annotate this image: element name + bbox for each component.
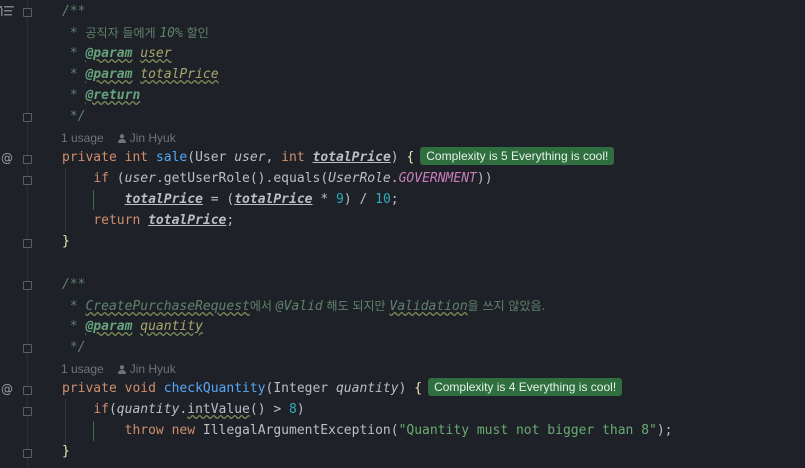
doc-param-tag: @param [85,67,133,82]
fold-toggle[interactable] [23,407,32,416]
doc-param-name[interactable]: quantity [140,319,203,334]
if-keyword: if [93,171,109,186]
code-line-if: if (user.getUserRole().equals(UserRole.G… [93,171,493,186]
method-name[interactable]: sale [156,150,187,165]
doc-text: 을 쓰지 않았음. [467,299,546,313]
doc-annotation: @Valid [275,299,323,314]
fold-toggle[interactable] [23,386,32,395]
doc-text: 에서 [249,299,276,313]
author-name: Jin Hyuk [129,131,176,145]
doc-open: /** [62,277,86,292]
code-vision-hints: 1 usage Jin Hyuk [61,129,176,147]
doc-close: */ [69,340,86,355]
param-type: int [281,150,305,165]
doc-param-quantity: * @param quantity [62,319,203,334]
return-type: void [124,381,156,396]
complexity-badge[interactable]: Complexity is 4 Everything is cool! [428,378,623,396]
override-marker-icon[interactable]: @ [1,382,15,396]
gutter-divider [27,0,28,468]
new-keyword: new [171,423,196,438]
number-literal: 10 [375,192,391,207]
return-type: int [124,150,149,165]
usage-count[interactable]: 1 usage [61,131,104,145]
variable-ref: totalPrice [124,192,203,207]
variable-ref: user [124,171,156,186]
doc-comment-close: */ [62,338,86,358]
complexity-badge[interactable]: Complexity is 5 Everything is cool! [420,147,615,165]
fold-toggle[interactable] [23,344,32,353]
fold-toggle[interactable] [23,113,32,122]
param-name: totalPrice [312,150,391,165]
author-hint[interactable]: Jin Hyuk [117,131,176,145]
code-line-if: if(quantity.intValue() > 8) [93,402,305,417]
doc-text: 해도 되지만 [322,299,390,313]
doc-summary: 공직자 들에게 [85,26,160,40]
param-type[interactable]: Integer [273,381,328,396]
class-ref[interactable]: UserRole [328,171,391,186]
string-literal: "Quantity must not bigger than 8" [398,423,657,438]
fold-toggle[interactable] [23,155,32,164]
doc-return-tag: @return [85,88,141,103]
doc-close: */ [69,109,86,124]
method-signature-sale[interactable]: private int sale(User user, int totalPri… [62,147,615,168]
doc-comment-close: */ [62,107,86,127]
number-literal: 9 [335,192,344,207]
person-icon [117,134,126,143]
fold-toggle[interactable] [23,281,32,290]
method-call[interactable]: getUserRole [164,171,250,186]
method-call[interactable]: equals [273,171,320,186]
fold-toggle[interactable] [23,176,32,185]
doc-comment-open: /** [62,2,85,22]
override-marker-icon[interactable]: @ [1,151,15,165]
doc-summary-percent: 10% [159,26,183,41]
fold-toggle[interactable] [23,449,32,458]
code-line-close-brace: } [62,444,70,459]
doc-class-ref[interactable]: CreatePurchaseRequest [85,299,249,314]
doc-summary-end: 할인 [182,26,209,40]
class-ref[interactable]: IllegalArgumentException [203,423,391,438]
doc-class-ref[interactable]: Validation [389,299,467,314]
author-name: Jin Hyuk [129,362,176,376]
throw-keyword: throw [124,423,164,438]
code-line-return: return totalPrice; [93,213,235,228]
method-call[interactable]: intValue [187,402,250,417]
doc-param-totalprice: * @param totalPrice [62,67,219,82]
code-line-close-brace: } [62,234,70,249]
param-name: quantity [335,381,399,396]
author-hint[interactable]: Jin Hyuk [117,362,176,376]
doc-star: * [69,26,78,41]
code-vision-hints: 1 usage Jin Hyuk [61,360,176,378]
modifier-keyword: private [62,150,117,165]
doc-comment-summary: * CreatePurchaseRequest에서 @Valid 해도 되지만 … [62,299,546,314]
variable-ref: totalPrice [234,192,313,207]
enum-constant[interactable]: GOVERNMENT [399,171,477,186]
code-line-throw: throw new IllegalArgumentException("Quan… [124,423,673,438]
editor-gutter [0,0,44,468]
doc-param-tag: @param [85,46,133,61]
code-line-assign: totalPrice = (totalPrice * 9) / 10; [124,192,399,207]
doc-return: * @return [62,88,141,103]
number-literal: 8 [289,402,297,417]
variable-ref: quantity [116,402,180,417]
method-signature-checkquantity[interactable]: private void checkQuantity(Integer quant… [62,378,623,399]
modifier-keyword: private [62,381,117,396]
doc-param-tag: @param [85,319,133,334]
if-keyword: if [93,402,109,417]
fold-toggle[interactable] [23,239,32,248]
doc-param-name[interactable]: totalPrice [140,67,218,82]
doc-param-user: * @param user [62,46,172,61]
doc-comment-open: /** [62,275,85,295]
return-keyword: return [93,213,141,228]
person-icon [117,365,126,374]
usage-count[interactable]: 1 usage [61,362,104,376]
method-name[interactable]: checkQuantity [164,381,266,396]
doc-param-name[interactable]: user [140,46,171,61]
param-name: user [234,150,266,165]
doc-comment-summary: * 공직자 들에게 10% 할인 [62,23,209,43]
structure-icon[interactable] [0,6,14,18]
variable-ref: totalPrice [148,213,227,228]
fold-toggle[interactable] [23,8,32,17]
param-type[interactable]: User [195,150,226,165]
doc-open: /** [62,4,86,19]
